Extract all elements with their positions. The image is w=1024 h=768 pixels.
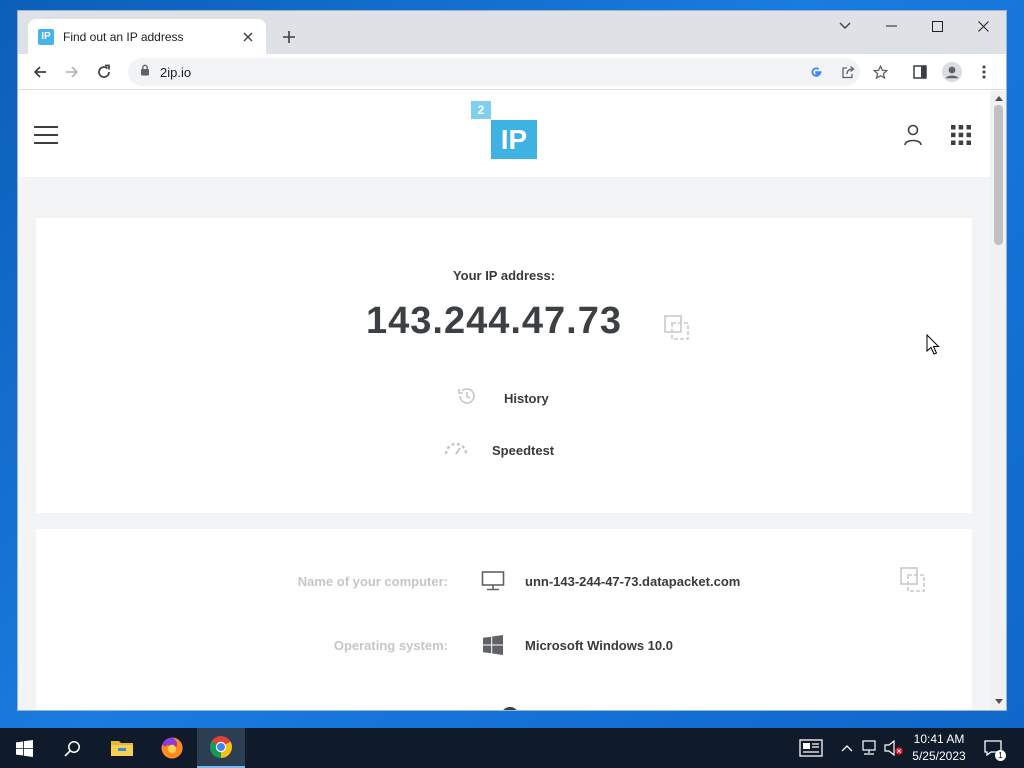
tab-strip: IP Find out an IP address	[18, 11, 1006, 54]
detail-row-operating-system: Operating system: Microsoft Windows 10.0	[36, 630, 972, 660]
google-lens-icon[interactable]	[804, 60, 828, 84]
copy-ip-icon[interactable]	[662, 313, 692, 343]
next-row-icon	[501, 707, 519, 710]
page-scrollbar[interactable]	[990, 91, 1006, 710]
site-header: 2 IP	[18, 91, 990, 177]
network-icon[interactable]	[860, 738, 880, 758]
browser-tab[interactable]: IP Find out an IP address	[28, 19, 266, 54]
scroll-up-arrow-icon[interactable]	[994, 94, 1003, 103]
start-windows-icon[interactable]	[0, 728, 48, 768]
file-explorer-icon[interactable]	[98, 728, 146, 768]
ip-address-label: Your IP address:	[452, 268, 556, 283]
logo-main: IP	[491, 120, 537, 159]
computer-name-value: unn-143-244-47-73.datapacket.com	[525, 574, 741, 589]
share-icon[interactable]	[836, 60, 860, 84]
lock-icon	[140, 63, 150, 81]
connection-details-card: Name of your computer: unn-143-244-47-73…	[36, 529, 972, 710]
history-icon	[456, 385, 478, 412]
clock-date: 5/25/2023	[912, 749, 966, 763]
site-favicon-icon: IP	[38, 28, 54, 45]
notification-count: 1	[995, 750, 1006, 761]
news-widget-icon[interactable]	[798, 738, 824, 758]
speedtest-gauge-icon	[443, 438, 469, 463]
reload-button[interactable]	[92, 60, 116, 84]
detail-row-computer-name: Name of your computer: unn-143-244-47-73…	[36, 566, 972, 596]
address-bar[interactable]: 2ip.io	[128, 58, 888, 86]
browser-window: IP Find out an IP address 2ip.io 2 IP Yo…	[17, 10, 1007, 711]
speedtest-link[interactable]: Speedtest	[443, 438, 554, 463]
close-window-button[interactable]	[960, 11, 1006, 41]
history-label: History	[504, 391, 549, 406]
browser-toolbar: 2ip.io	[18, 54, 1006, 90]
windows-logo-icon	[480, 633, 506, 657]
forward-button[interactable]	[60, 60, 84, 84]
search-icon[interactable]	[48, 728, 96, 768]
browser-menu-icon[interactable]	[972, 60, 996, 84]
site-logo[interactable]: 2 IP	[471, 101, 539, 161]
close-tab-icon[interactable]	[240, 29, 256, 45]
tab-search-icon[interactable]	[822, 11, 868, 41]
chrome-icon[interactable]	[197, 728, 245, 768]
scrollbar-thumb[interactable]	[994, 105, 1003, 245]
ip-address-value[interactable]: 143.244.47.73	[366, 300, 622, 343]
operating-system-value: Microsoft Windows 10.0	[525, 638, 673, 653]
back-button[interactable]	[28, 60, 52, 84]
copy-hostname-icon[interactable]	[898, 565, 928, 595]
new-tab-button[interactable]	[278, 26, 300, 48]
volume-muted-icon[interactable]	[884, 738, 904, 758]
profile-avatar-icon[interactable]	[940, 60, 964, 84]
windows-taskbar: 10:41 AM 5/25/2023 1	[0, 728, 1024, 768]
scroll-down-arrow-icon[interactable]	[994, 697, 1003, 706]
logo-small-badge: 2	[471, 101, 491, 119]
side-panel-icon[interactable]	[908, 60, 932, 84]
minimize-button[interactable]	[868, 11, 914, 41]
maximize-button[interactable]	[914, 11, 960, 41]
operating-system-label: Operating system:	[333, 638, 448, 653]
system-clock[interactable]: 10:41 AM 5/25/2023	[906, 731, 972, 765]
page-viewport: 2 IP Your IP address: 143.244.47.73 Hist…	[18, 91, 990, 710]
history-link[interactable]: History	[456, 385, 549, 412]
computer-name-label: Name of your computer:	[297, 574, 448, 589]
speedtest-label: Speedtest	[492, 443, 555, 458]
user-account-icon[interactable]	[899, 121, 927, 149]
hamburger-menu-icon[interactable]	[32, 121, 60, 149]
ip-address-card: Your IP address: 143.244.47.73 History S…	[36, 218, 972, 513]
tab-title: Find out an IP address	[63, 29, 184, 44]
mouse-cursor-icon	[926, 334, 940, 355]
monitor-icon	[480, 569, 506, 593]
apps-grid-icon[interactable]	[947, 121, 975, 149]
bookmark-star-icon[interactable]	[868, 60, 892, 84]
notification-center-icon[interactable]: 1	[983, 738, 1006, 761]
clock-time: 10:41 AM	[913, 732, 965, 746]
show-hidden-icons-chevron-icon[interactable]	[837, 738, 857, 758]
url-text: 2ip.io	[160, 64, 192, 80]
firefox-icon[interactable]	[148, 728, 196, 768]
